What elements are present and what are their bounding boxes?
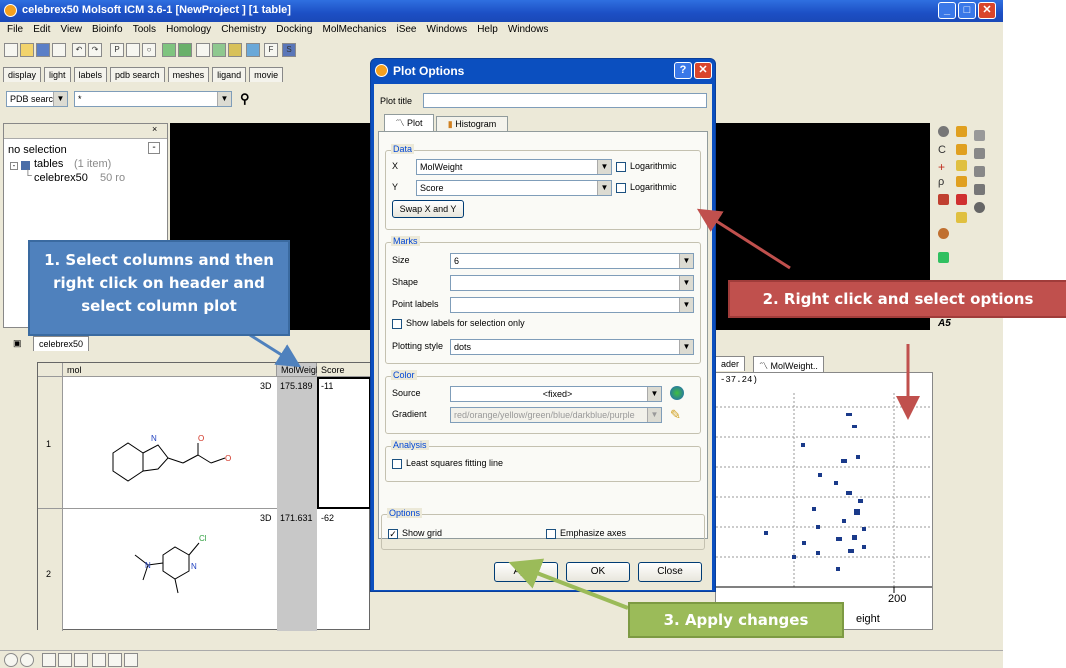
arrow-to-apply [508,558,629,610]
callout-step2: 2. Right click and select options [728,280,1066,318]
callout-step3: 3. Apply changes [628,602,844,638]
arrow-to-column-header [249,333,302,368]
arrow-to-dialog [696,208,791,270]
callout-step1: 1. Select columns and then right click o… [28,240,290,336]
